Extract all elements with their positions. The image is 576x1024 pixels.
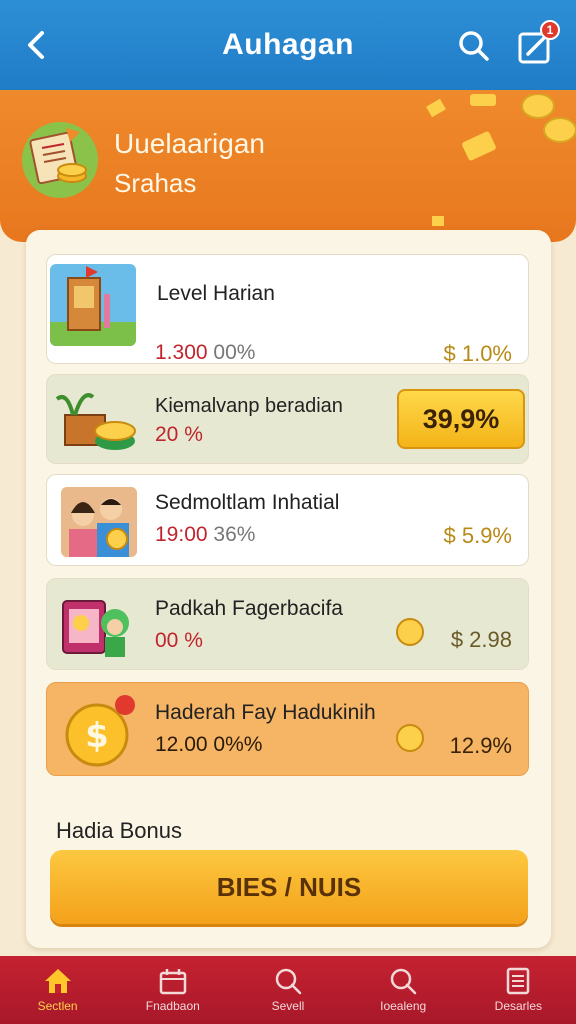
top-app-bar: Auhagan 1 (0, 0, 576, 90)
nav-label: Desarles (494, 999, 543, 1013)
card-value-grey: 36% (213, 523, 256, 546)
reward-card-sedmoltlam[interactable]: Sedmoltlam Inhatial 19:00 36% $ 5.9% (46, 474, 529, 566)
notebook-icon (22, 122, 98, 198)
coin-icon (396, 724, 424, 752)
card-value: 19:00 36% (155, 523, 255, 547)
reward-speech-badge: 39,9% (397, 389, 525, 449)
bottom-navigation: Sectlen Fnadbaon Sevell Ioealeng Desarle… (0, 956, 576, 1024)
game-character-icon (59, 587, 139, 663)
card-value-red: 20 % (155, 423, 203, 446)
card-value: 20 % (155, 423, 203, 447)
card-title: Sedmoltlam Inhatial (155, 491, 340, 514)
hero-banner: Uuelaarigan Srahas (0, 90, 576, 242)
card-value: 1.300 00% (155, 341, 255, 365)
nav-label: Fnadbaon (145, 999, 200, 1013)
nav-details[interactable]: Desarles (463, 956, 573, 1024)
dollar-coin-icon: $ (65, 695, 135, 767)
treasure-chest-icon (53, 385, 139, 453)
card-value: 12.00 0%% (155, 733, 262, 757)
bonus-section-title: Hadia Bonus (56, 818, 182, 843)
calendar-icon (159, 969, 187, 995)
back-button[interactable] (18, 28, 52, 62)
card-value-red: 00 % (155, 629, 203, 652)
hero-subtitle: Srahas (114, 168, 197, 198)
search-icon (275, 968, 302, 995)
svg-text:$: $ (85, 716, 109, 756)
nav-label: Ioealeng (380, 999, 427, 1013)
coin-icon (396, 618, 424, 646)
card-title: Padkah Fagerbacifa (155, 597, 343, 620)
hero-title: Uuelaarigan (114, 128, 265, 159)
nav-label: Sectlen (37, 999, 78, 1013)
chevron-left-icon (28, 31, 44, 59)
search-icon (390, 968, 417, 995)
shop-stall-icon (50, 264, 136, 346)
bonus-button[interactable]: BIES / NUIS (50, 850, 528, 924)
edit-button[interactable]: 1 (516, 20, 560, 66)
reward-card-haderah[interactable]: $ Haderah Fay Hadukinih 12.00 0%% 12.9% (46, 682, 529, 776)
card-reward: $ 2.98 (450, 627, 512, 652)
coins-decoration-icon (426, 94, 576, 226)
home-icon (44, 969, 71, 993)
nav-label: Sevell (271, 999, 305, 1013)
card-value: 00 % (155, 629, 203, 653)
nav-search[interactable]: Sevell (233, 956, 343, 1024)
reward-card-padkah[interactable]: Padkah Fagerbacifa 00 % $ 2.98 (46, 578, 529, 670)
notification-badge: 1 (540, 20, 560, 40)
nav-explore[interactable]: Ioealeng (348, 956, 458, 1024)
card-title: Kiemalvanp beradian (155, 395, 343, 417)
search-button[interactable] (456, 28, 492, 64)
card-value-red: 19:00 (155, 523, 208, 546)
page-title: Auhagan (222, 28, 354, 61)
card-title: Haderah Fay Hadukinih (155, 701, 376, 724)
search-icon (459, 31, 489, 61)
card-value-suffix: 0%% (213, 733, 263, 756)
card-reward: $ 5.9% (443, 523, 513, 548)
reward-card-level-harian[interactable]: Level Harian 1.300 00% $ 1.0% (46, 254, 529, 366)
card-value-red: 1.300 (155, 341, 208, 364)
daily-rewards-panel: Level Harian 1.300 00% $ 1.0% Kiemalvanp… (26, 230, 551, 948)
card-value-grey: 00% (213, 341, 256, 364)
reward-card-kiemalvanp[interactable]: Kiemalvanp beradian 20 % 39,9% (46, 374, 529, 464)
card-reward: 12.9% (449, 733, 512, 758)
nav-home[interactable]: Sectlen (3, 956, 113, 1024)
card-title: Level Harian (157, 282, 275, 305)
card-reward: $ 1.0% (443, 341, 513, 366)
nav-calendar[interactable]: Fnadbaon (118, 956, 228, 1024)
card-value-main: 12.00 (155, 733, 208, 756)
family-photo-icon (61, 487, 137, 557)
document-icon (507, 967, 530, 995)
